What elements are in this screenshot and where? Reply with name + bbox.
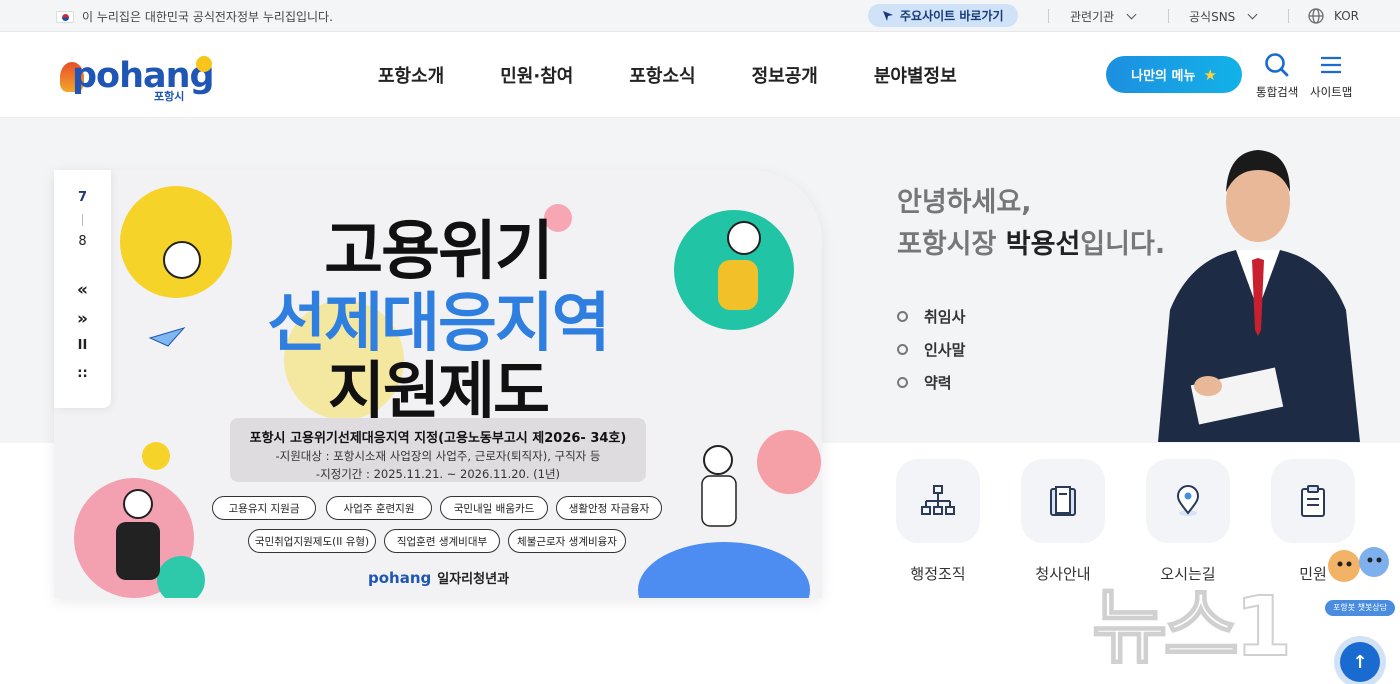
- bullet-icon: [897, 344, 908, 355]
- service-org-chart[interactable]: 행정조직: [896, 459, 980, 584]
- benefit-pill: 체불근로자 생계비융자: [508, 529, 626, 553]
- bullet-icon: [897, 311, 908, 322]
- benefit-pill: 국민취업지원제도(II 유형): [248, 529, 376, 553]
- banner-footer-dept: 일자리청년과: [437, 572, 510, 587]
- sitemap-label: 사이트맵: [1310, 85, 1353, 99]
- notice-target: -지원대상 : 포항시소재 사업장의 사업주, 근로자(퇴직자), 구직자 등: [275, 449, 601, 463]
- mayor-link-greeting[interactable]: 인사말: [897, 333, 965, 366]
- mayor-link-profile[interactable]: 약력: [897, 366, 965, 399]
- banner-footer: pohang 일자리청년과: [368, 568, 510, 588]
- hamburger-icon: [1321, 56, 1342, 74]
- sitemap-button[interactable]: 사이트맵: [1310, 52, 1352, 100]
- banner-footer-logo: pohang: [368, 568, 432, 587]
- notice-title: 포항시 고용위기선제대응지역 지정(고용노동부고시 제2026- 34호): [249, 431, 627, 446]
- divider: [1168, 9, 1169, 23]
- quick-link-button[interactable]: 주요사이트 바로가기: [868, 4, 1018, 27]
- nav-item-civil[interactable]: 민원·참여: [500, 62, 573, 88]
- benefit-pill: 생활안정 자금융자: [556, 496, 662, 520]
- scroll-to-top-button[interactable]: ↑: [1340, 642, 1380, 682]
- service-label: 행정조직: [910, 565, 966, 583]
- search-label: 통합검색: [1256, 85, 1299, 99]
- greeting-line1: 안녕하세요,: [897, 187, 1032, 218]
- greeting-line2: 포항시장 박용선입니다.: [897, 224, 1165, 266]
- banner-notice-box: 포항시 고용위기선제대응지역 지정(고용노동부고시 제2026- 34호) -지…: [230, 418, 646, 482]
- pohang-logo[interactable]: pohang 포항시: [56, 52, 216, 104]
- mayor-link-inaugural[interactable]: 취임사: [897, 300, 965, 333]
- sun-icon: [196, 56, 212, 72]
- quick-link-label: 주요사이트 바로가기: [900, 9, 1004, 23]
- sns-dropdown[interactable]: 공식SNS: [1189, 8, 1258, 25]
- language-label: KOR: [1334, 9, 1359, 23]
- chevron-down-icon: [1247, 9, 1258, 20]
- main-nav: 포항소개 민원·참여 포항소식 정보공개 분야별정보: [378, 62, 957, 88]
- related-sites-dropdown[interactable]: 관련기관: [1070, 8, 1137, 25]
- star-icon: ★: [1203, 65, 1217, 84]
- news-watermark: 뉴스1: [1091, 579, 1293, 676]
- benefit-pill: 사업주 훈련지원: [326, 496, 432, 520]
- search-icon: [1265, 53, 1289, 77]
- clipboard-icon: [1301, 485, 1325, 517]
- logo-wordmark: pohang: [72, 56, 215, 96]
- arrow-up-icon: ↑: [1352, 651, 1368, 673]
- chevron-down-icon: [1126, 9, 1137, 20]
- nav-item-intro[interactable]: 포항소개: [378, 62, 444, 88]
- sns-label: 공식SNS: [1189, 10, 1236, 24]
- search-button[interactable]: 통합검색: [1256, 52, 1298, 100]
- gov-banner-bar: 이 누리집은 대한민국 공식전자정부 누리집입니다. 주요사이트 바로가기 관련…: [0, 0, 1400, 32]
- bullet-icon: [897, 377, 908, 388]
- banner-title-line3: 지원제도: [327, 354, 550, 427]
- slider-controls: 7 8 « » II ::: [54, 170, 111, 408]
- mayor-link-label: 인사말: [924, 341, 966, 359]
- nav-item-disclosure[interactable]: 정보공개: [752, 62, 818, 88]
- building-icon: [1050, 486, 1076, 516]
- nav-item-field-info[interactable]: 분야별정보: [874, 62, 957, 88]
- mayor-link-label: 취임사: [924, 308, 966, 326]
- chatbot-label[interactable]: 포항봇 챗봇상담: [1325, 600, 1395, 616]
- globe-icon: [1308, 8, 1324, 24]
- mayor-link-label: 약력: [924, 374, 952, 392]
- benefit-pill: 직업훈련 생계비대부: [384, 529, 500, 553]
- site-header: pohang 포항시 포항소개 민원·참여 포항소식 정보공개 분야별정보 나만…: [0, 32, 1400, 118]
- divider: [82, 214, 83, 226]
- mayor-greeting: 안녕하세요, 포항시장 박용선입니다.: [897, 182, 1165, 266]
- divider: [1288, 9, 1289, 23]
- prev-slide-button[interactable]: «: [54, 280, 111, 300]
- view-all-slides-button[interactable]: ::: [54, 366, 111, 381]
- main-banner-slide[interactable]: 고용위기 선제대응지역 지원제도 포항시 고용위기선제대응지역 지정(고용노동부…: [54, 170, 822, 598]
- greeting-prefix: 포항시장: [897, 229, 1006, 260]
- language-selector[interactable]: KOR: [1308, 8, 1359, 24]
- slide-current-number: 7: [77, 190, 88, 205]
- map-pin-icon: [1176, 485, 1200, 516]
- mayor-name: 박용선: [1005, 229, 1081, 260]
- mayor-photo: [1158, 150, 1360, 442]
- next-slide-button[interactable]: »: [54, 309, 111, 329]
- benefit-pill: 국민내일 배움카드: [440, 496, 548, 520]
- korea-flag-icon: [56, 10, 74, 23]
- logo-subtitle: 포항시: [154, 90, 185, 103]
- pointer-icon: [883, 10, 893, 21]
- divider: [1048, 9, 1049, 23]
- nav-item-news[interactable]: 포항소식: [629, 62, 695, 88]
- org-chart-icon: [921, 485, 955, 515]
- gov-notice-text: 이 누리집은 대한민국 공식전자정부 누리집입니다.: [82, 10, 333, 24]
- mayor-links: 취임사 인사말 약력: [897, 300, 965, 399]
- slide-total-number: 8: [78, 234, 87, 249]
- notice-period: -지정기간 : 2025.11.21. ~ 2026.11.20. (1년): [315, 467, 561, 481]
- gov-notice: 이 누리집은 대한민국 공식전자정부 누리집입니다.: [56, 8, 333, 25]
- my-menu-label: 나만의 메뉴: [1131, 69, 1196, 84]
- my-menu-button[interactable]: 나만의 메뉴 ★: [1106, 56, 1242, 93]
- benefit-pill: 고용유지 지원금: [212, 496, 316, 520]
- related-label: 관련기관: [1070, 10, 1115, 24]
- pause-button[interactable]: II: [54, 338, 111, 353]
